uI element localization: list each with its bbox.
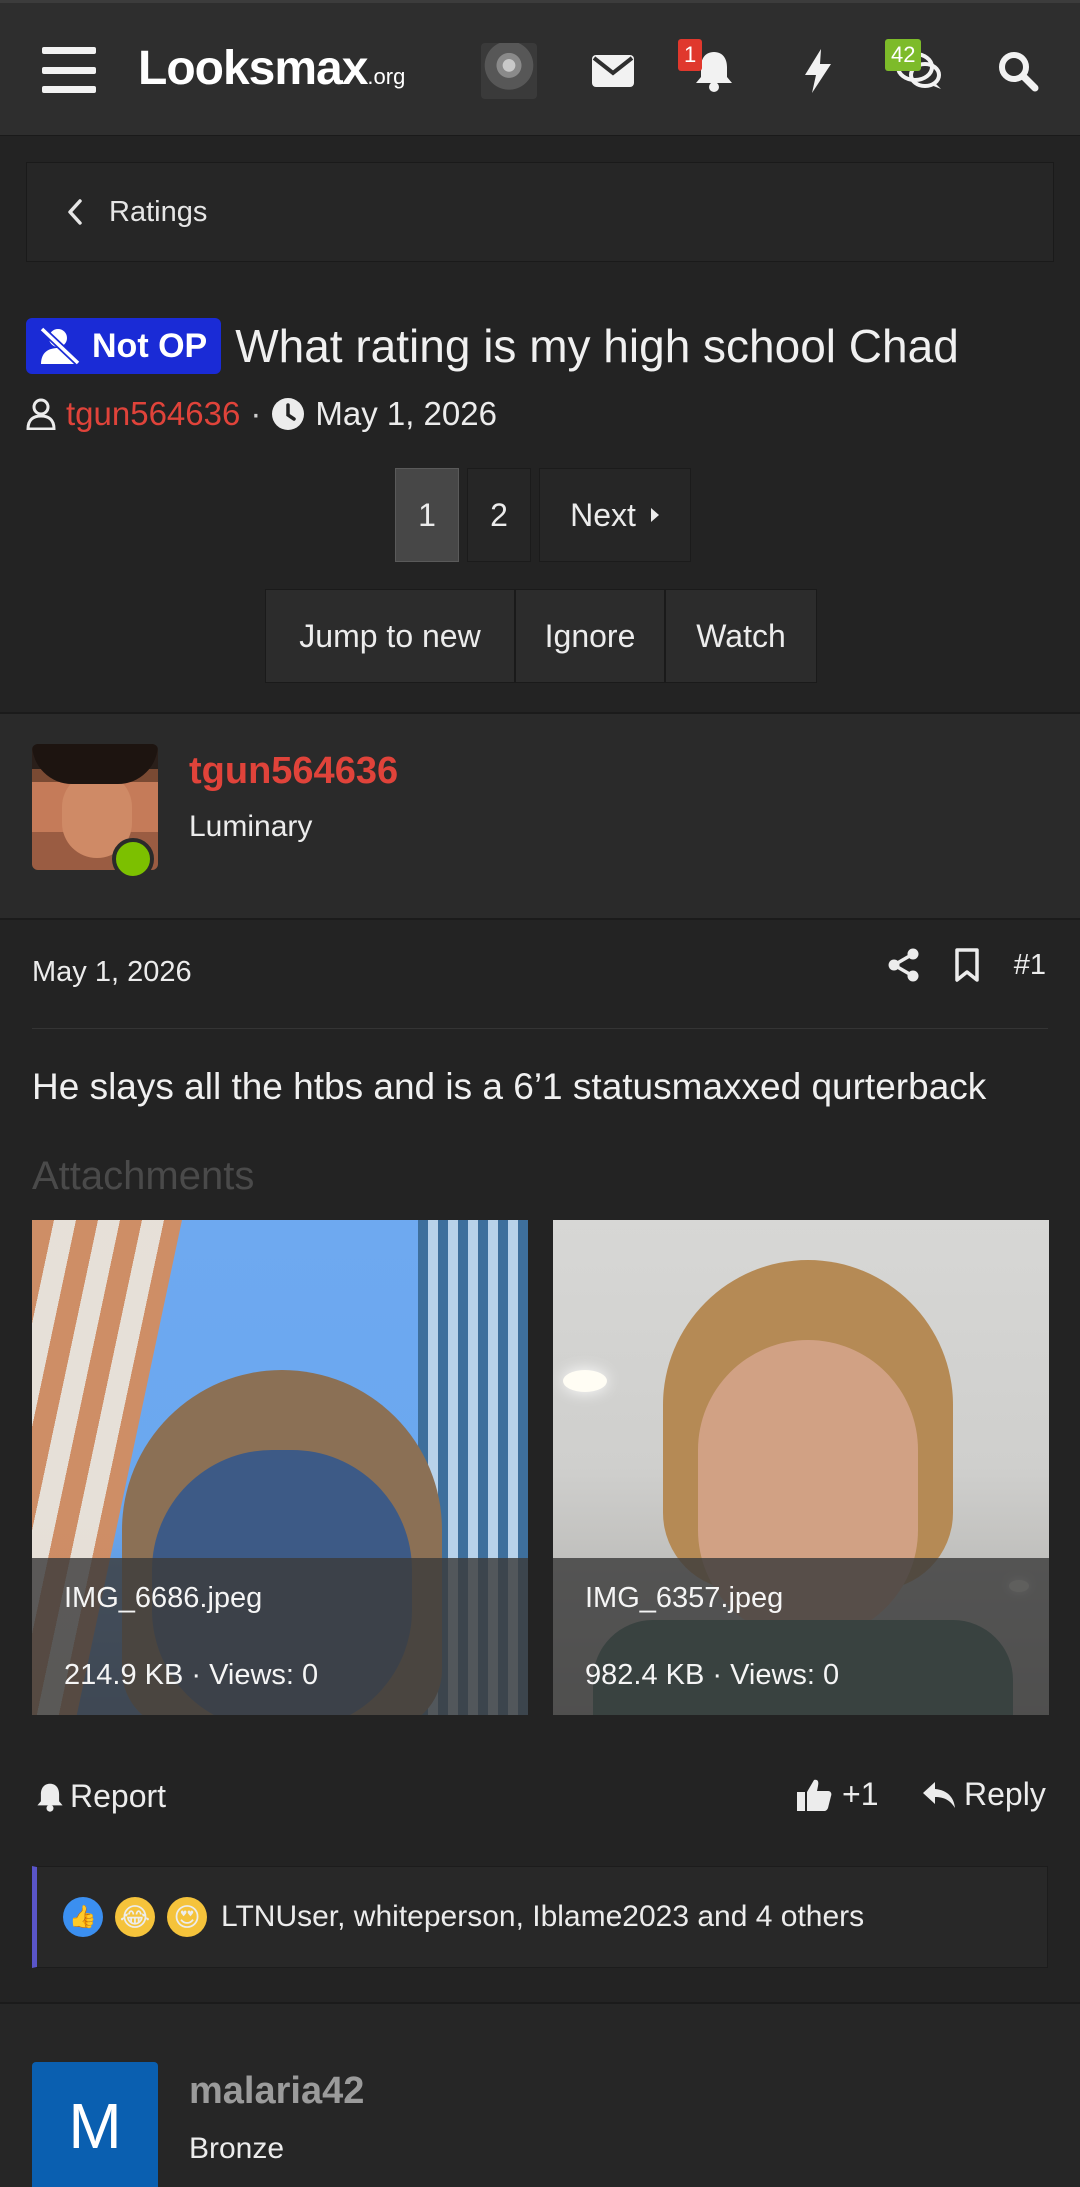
next-page-button[interactable]: Next — [539, 468, 691, 562]
thread-title: What rating is my high school Chad — [235, 320, 959, 372]
search-icon[interactable] — [990, 43, 1046, 99]
reactions-users[interactable]: LTNUser, whiteperson, Iblame2023 and 4 o… — [221, 1900, 864, 1934]
page-1-button[interactable]: 1 — [395, 468, 459, 562]
alerts-badge: 1 — [678, 39, 703, 71]
thread-author-link[interactable]: tgun564636 — [66, 395, 240, 433]
attachment-thumbnail[interactable]: IMG_6686.jpeg 214.9 KB · Views: 0 — [32, 1220, 528, 1715]
online-status-indicator — [112, 838, 154, 880]
page-2-button[interactable]: 2 — [467, 468, 531, 562]
attachment-thumbnail[interactable]: IMG_6357.jpeg 982.4 KB · Views: 0 — [553, 1220, 1049, 1715]
post-user-header: tgun564636 Luminary — [0, 712, 1080, 920]
report-button[interactable]: Report — [36, 1778, 166, 1815]
conversations-badge: 42 — [885, 39, 922, 71]
next-label: Next — [570, 496, 636, 533]
watch-button[interactable]: Watch — [665, 589, 817, 683]
ignore-button[interactable]: Ignore — [515, 589, 665, 683]
bookmark-icon[interactable] — [954, 948, 980, 982]
post-tools: #1 — [888, 948, 1046, 982]
pagination: 1 2 Next — [395, 468, 691, 562]
like-button[interactable]: +1 — [796, 1776, 878, 1813]
attachment-caption: IMG_6686.jpeg 214.9 KB · Views: 0 — [32, 1558, 528, 1715]
jump-to-new-button[interactable]: Jump to new — [265, 589, 515, 683]
menu-icon[interactable] — [42, 47, 96, 93]
user-avatar-button[interactable] — [481, 43, 537, 99]
attachment-caption: IMG_6357.jpeg 982.4 KB · Views: 0 — [553, 1558, 1049, 1715]
chevron-left-icon — [68, 199, 82, 225]
thread-meta: tgun564636 · May 1, 2026 — [26, 395, 497, 433]
logo-text: Lᴏᴏksmax — [138, 42, 368, 95]
reply-button[interactable]: Reply — [922, 1776, 1046, 1813]
share-icon[interactable] — [888, 948, 920, 982]
attachment-meta: 214.9 KB · Views: 0 — [64, 1659, 319, 1691]
heart-eyes-reaction-icon: 😍 — [167, 1897, 207, 1937]
post-divider — [32, 1028, 1048, 1029]
post-header-pointer — [80, 894, 128, 918]
meta-separator: · — [250, 395, 262, 432]
poster-username[interactable]: malaria42 — [189, 2070, 364, 2113]
not-op-prefix-badge[interactable]: Not OP — [26, 318, 222, 374]
attachment-filename: IMG_6357.jpeg — [585, 1582, 784, 1614]
top-navigation-bar: Lᴏᴏksmax.org 1 42 — [0, 0, 1080, 136]
post-date[interactable]: May 1, 2026 — [32, 956, 192, 989]
site-logo[interactable]: Lᴏᴏksmax.org — [138, 41, 405, 96]
poster-avatar[interactable]: M — [32, 2062, 158, 2187]
attachment-filename: IMG_6686.jpeg — [64, 1582, 263, 1614]
user-icon — [26, 398, 56, 430]
breadcrumb[interactable]: Ratings — [26, 162, 1054, 262]
like-label: +1 — [842, 1776, 879, 1812]
poster-user-title: Bronze — [189, 2132, 285, 2165]
report-label: Report — [70, 1778, 167, 1814]
poster-user-title: Luminary — [189, 810, 313, 843]
reply-label: Reply — [964, 1776, 1046, 1812]
thread-title-row: Not OP What rating is my high school Cha… — [26, 318, 1066, 374]
like-reaction-icon: 👍 — [63, 1897, 103, 1937]
clock-icon — [272, 398, 305, 430]
thread-date: May 1, 2026 — [315, 395, 497, 432]
reactions-bar[interactable]: 👍 😂 😍 LTNUser, whiteperson, Iblame2023 a… — [32, 1866, 1048, 1968]
attachments-heading: Attachments — [32, 1154, 255, 1198]
thumbs-up-icon — [797, 1779, 832, 1811]
post-body-text: He slays all the htbs and is a 6’1 statu… — [32, 1066, 987, 1107]
caret-right-icon — [650, 508, 659, 522]
prefix-label: Not OP — [92, 326, 208, 365]
breadcrumb-label: Ratings — [109, 195, 208, 228]
inbox-icon[interactable] — [585, 43, 641, 99]
user-slash-icon — [39, 326, 81, 366]
thread-actions: Jump to new Ignore Watch — [265, 589, 817, 683]
reply-icon — [923, 1781, 955, 1808]
logo-tld: .org — [367, 64, 406, 89]
bell-icon — [37, 1783, 63, 1812]
laughing-crying-reaction-icon: 😂 — [115, 1897, 155, 1937]
post-number-link[interactable]: #1 — [1014, 949, 1046, 982]
next-post-user-header: M malaria42 Bronze — [0, 2002, 1080, 2187]
lightning-icon[interactable] — [790, 43, 846, 99]
attachment-meta: 982.4 KB · Views: 0 — [585, 1659, 840, 1691]
poster-username[interactable]: tgun564636 — [189, 750, 398, 793]
